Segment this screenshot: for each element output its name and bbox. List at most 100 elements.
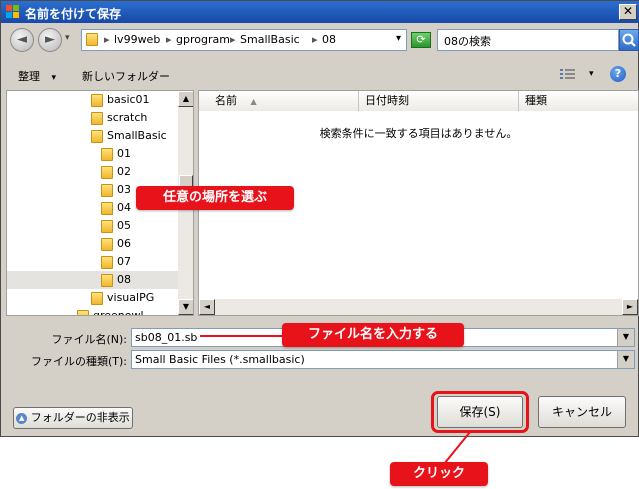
- tree-item-label: 06: [117, 237, 131, 250]
- folder-icon: [101, 274, 113, 287]
- hide-folders-button[interactable]: ▲ フォルダーの非表示: [13, 407, 133, 429]
- back-arrow-icon: ◄: [17, 32, 27, 47]
- breadcrumb-08[interactable]: 08: [322, 33, 336, 46]
- chevron-down-icon[interactable]: ▼: [617, 329, 634, 346]
- folder-icon: [77, 310, 89, 315]
- breadcrumb-separator: ▸: [166, 33, 172, 46]
- tree-item-label: 02: [117, 165, 131, 178]
- cancel-button[interactable]: キャンセル: [538, 396, 626, 428]
- collapse-up-icon: ▲: [16, 412, 28, 424]
- tree-item-label: basic01: [107, 93, 150, 106]
- column-header-name[interactable]: 名前 ▲: [199, 91, 359, 111]
- tree-item[interactable]: 01: [7, 145, 179, 163]
- search-button[interactable]: [619, 29, 639, 51]
- annotation-connector-line: [200, 335, 284, 337]
- forward-button[interactable]: ►: [38, 28, 62, 52]
- breadcrumb-smallbasic[interactable]: SmallBasic: [240, 33, 300, 46]
- tree-item[interactable]: SmallBasic: [7, 127, 179, 145]
- filename-value: sb08_01.sb: [135, 331, 198, 344]
- tree-item[interactable]: 08: [7, 271, 179, 289]
- tree-item-label: 01: [117, 147, 131, 160]
- filetype-label: ファイルの種類(T):: [30, 355, 127, 368]
- folder-icon: [101, 148, 113, 161]
- annotation-click: クリック: [390, 462, 488, 486]
- column-name-label: 名前: [215, 94, 237, 107]
- filetype-value: Small Basic Files (*.smallbasic): [135, 353, 305, 366]
- app-icon: [6, 5, 19, 18]
- command-bar: 整理 ▾ 新しいフォルダー ▾ ?: [2, 59, 639, 89]
- folder-icon: [91, 112, 103, 125]
- folder-icon: [101, 184, 113, 197]
- tree-item-label: greenowl: [93, 309, 144, 316]
- organize-button[interactable]: 整理 ▾: [18, 68, 56, 84]
- tree-item-label: 08: [117, 273, 131, 286]
- annotation-choose-location: 任意の場所を選ぶ: [136, 186, 294, 210]
- annotation-pointer-line: [443, 431, 471, 465]
- search-icon: [622, 33, 636, 47]
- tree-item[interactable]: 05: [7, 217, 179, 235]
- recent-pages-chevron-icon[interactable]: ▾: [65, 33, 70, 43]
- tree-item-label: visualPG: [107, 291, 155, 304]
- refresh-button[interactable]: ⟳: [411, 32, 431, 48]
- scroll-down-button[interactable]: ▼: [178, 299, 193, 315]
- hide-folders-label: フォルダーの非表示: [30, 411, 130, 424]
- tree-item[interactable]: scratch: [7, 109, 179, 127]
- help-icon: ?: [614, 67, 622, 80]
- save-as-dialog: 名前を付けて保存 ✕ ◄ ► ▾ ▸ lv99web ▸ gprogram ▸ …: [0, 0, 639, 437]
- tree-item[interactable]: visualPG: [7, 289, 179, 307]
- filename-label: ファイル名(N):: [51, 333, 127, 346]
- title-bar: 名前を付けて保存 ✕: [1, 1, 639, 23]
- new-folder-button[interactable]: 新しいフォルダー: [82, 68, 170, 84]
- folder-icon: [86, 33, 98, 46]
- folder-icon: [91, 292, 103, 305]
- folder-icon: [101, 256, 113, 269]
- folder-icon: [91, 94, 103, 107]
- view-dropdown-icon[interactable]: ▾: [589, 69, 594, 79]
- search-input[interactable]: 08の検索: [437, 29, 619, 51]
- search-input-value: 08の検索: [444, 35, 491, 48]
- folder-icon: [101, 202, 113, 215]
- sort-ascending-icon: ▲: [250, 97, 257, 106]
- tree-item[interactable]: basic01: [7, 91, 179, 109]
- tree-item[interactable]: 06: [7, 235, 179, 253]
- refresh-icon: ⟳: [416, 33, 426, 46]
- horizontal-scrollbar[interactable]: ◄ ►: [199, 299, 638, 315]
- folder-icon: [101, 166, 113, 179]
- tree-item-label: 03: [117, 183, 131, 196]
- folder-icon: [101, 220, 113, 233]
- help-button[interactable]: ?: [610, 66, 626, 82]
- tree-item-label: SmallBasic: [107, 129, 167, 142]
- chevron-down-icon: ▾: [51, 73, 57, 83]
- tree-item-label: 05: [117, 219, 131, 232]
- view-options-icon[interactable]: [560, 68, 576, 80]
- tree-item[interactable]: greenowl: [7, 307, 179, 316]
- close-icon: ✕: [622, 4, 634, 18]
- save-button[interactable]: 保存(S): [437, 396, 523, 428]
- scroll-left-button[interactable]: ◄: [199, 299, 215, 315]
- close-button[interactable]: ✕: [619, 4, 637, 20]
- tree-item-label: scratch: [107, 111, 148, 124]
- organize-label: 整理: [18, 70, 40, 83]
- annotation-enter-filename: ファイル名を入力する: [282, 323, 464, 347]
- breadcrumb-lv99web[interactable]: lv99web: [114, 33, 160, 46]
- address-bar[interactable]: ▸ lv99web ▸ gprogram ▸ SmallBasic ▸ 08 ▾: [81, 29, 407, 51]
- column-header-date[interactable]: 日付時刻: [359, 91, 519, 111]
- tree-item[interactable]: 02: [7, 163, 179, 181]
- chevron-down-icon[interactable]: ▼: [617, 351, 634, 368]
- tree-item-label: 07: [117, 255, 131, 268]
- tree-item[interactable]: 07: [7, 253, 179, 271]
- tree-item-label: 04: [117, 201, 131, 214]
- forward-arrow-icon: ►: [45, 32, 55, 47]
- window-title: 名前を付けて保存: [25, 7, 122, 21]
- scroll-right-button[interactable]: ►: [622, 299, 638, 315]
- folder-icon: [101, 238, 113, 251]
- back-button[interactable]: ◄: [10, 28, 34, 52]
- address-dropdown-icon[interactable]: ▾: [396, 33, 401, 44]
- breadcrumb-gprogram[interactable]: gprogram: [176, 33, 230, 46]
- column-header-type[interactable]: 種類: [519, 91, 638, 111]
- filetype-select[interactable]: Small Basic Files (*.smallbasic) ▼: [131, 350, 635, 369]
- breadcrumb-separator: ▸: [230, 33, 236, 46]
- empty-message: 検索条件に一致する項目はありません。: [319, 127, 518, 140]
- scroll-up-button[interactable]: ▲: [178, 91, 193, 107]
- breadcrumb-separator: ▸: [104, 33, 110, 46]
